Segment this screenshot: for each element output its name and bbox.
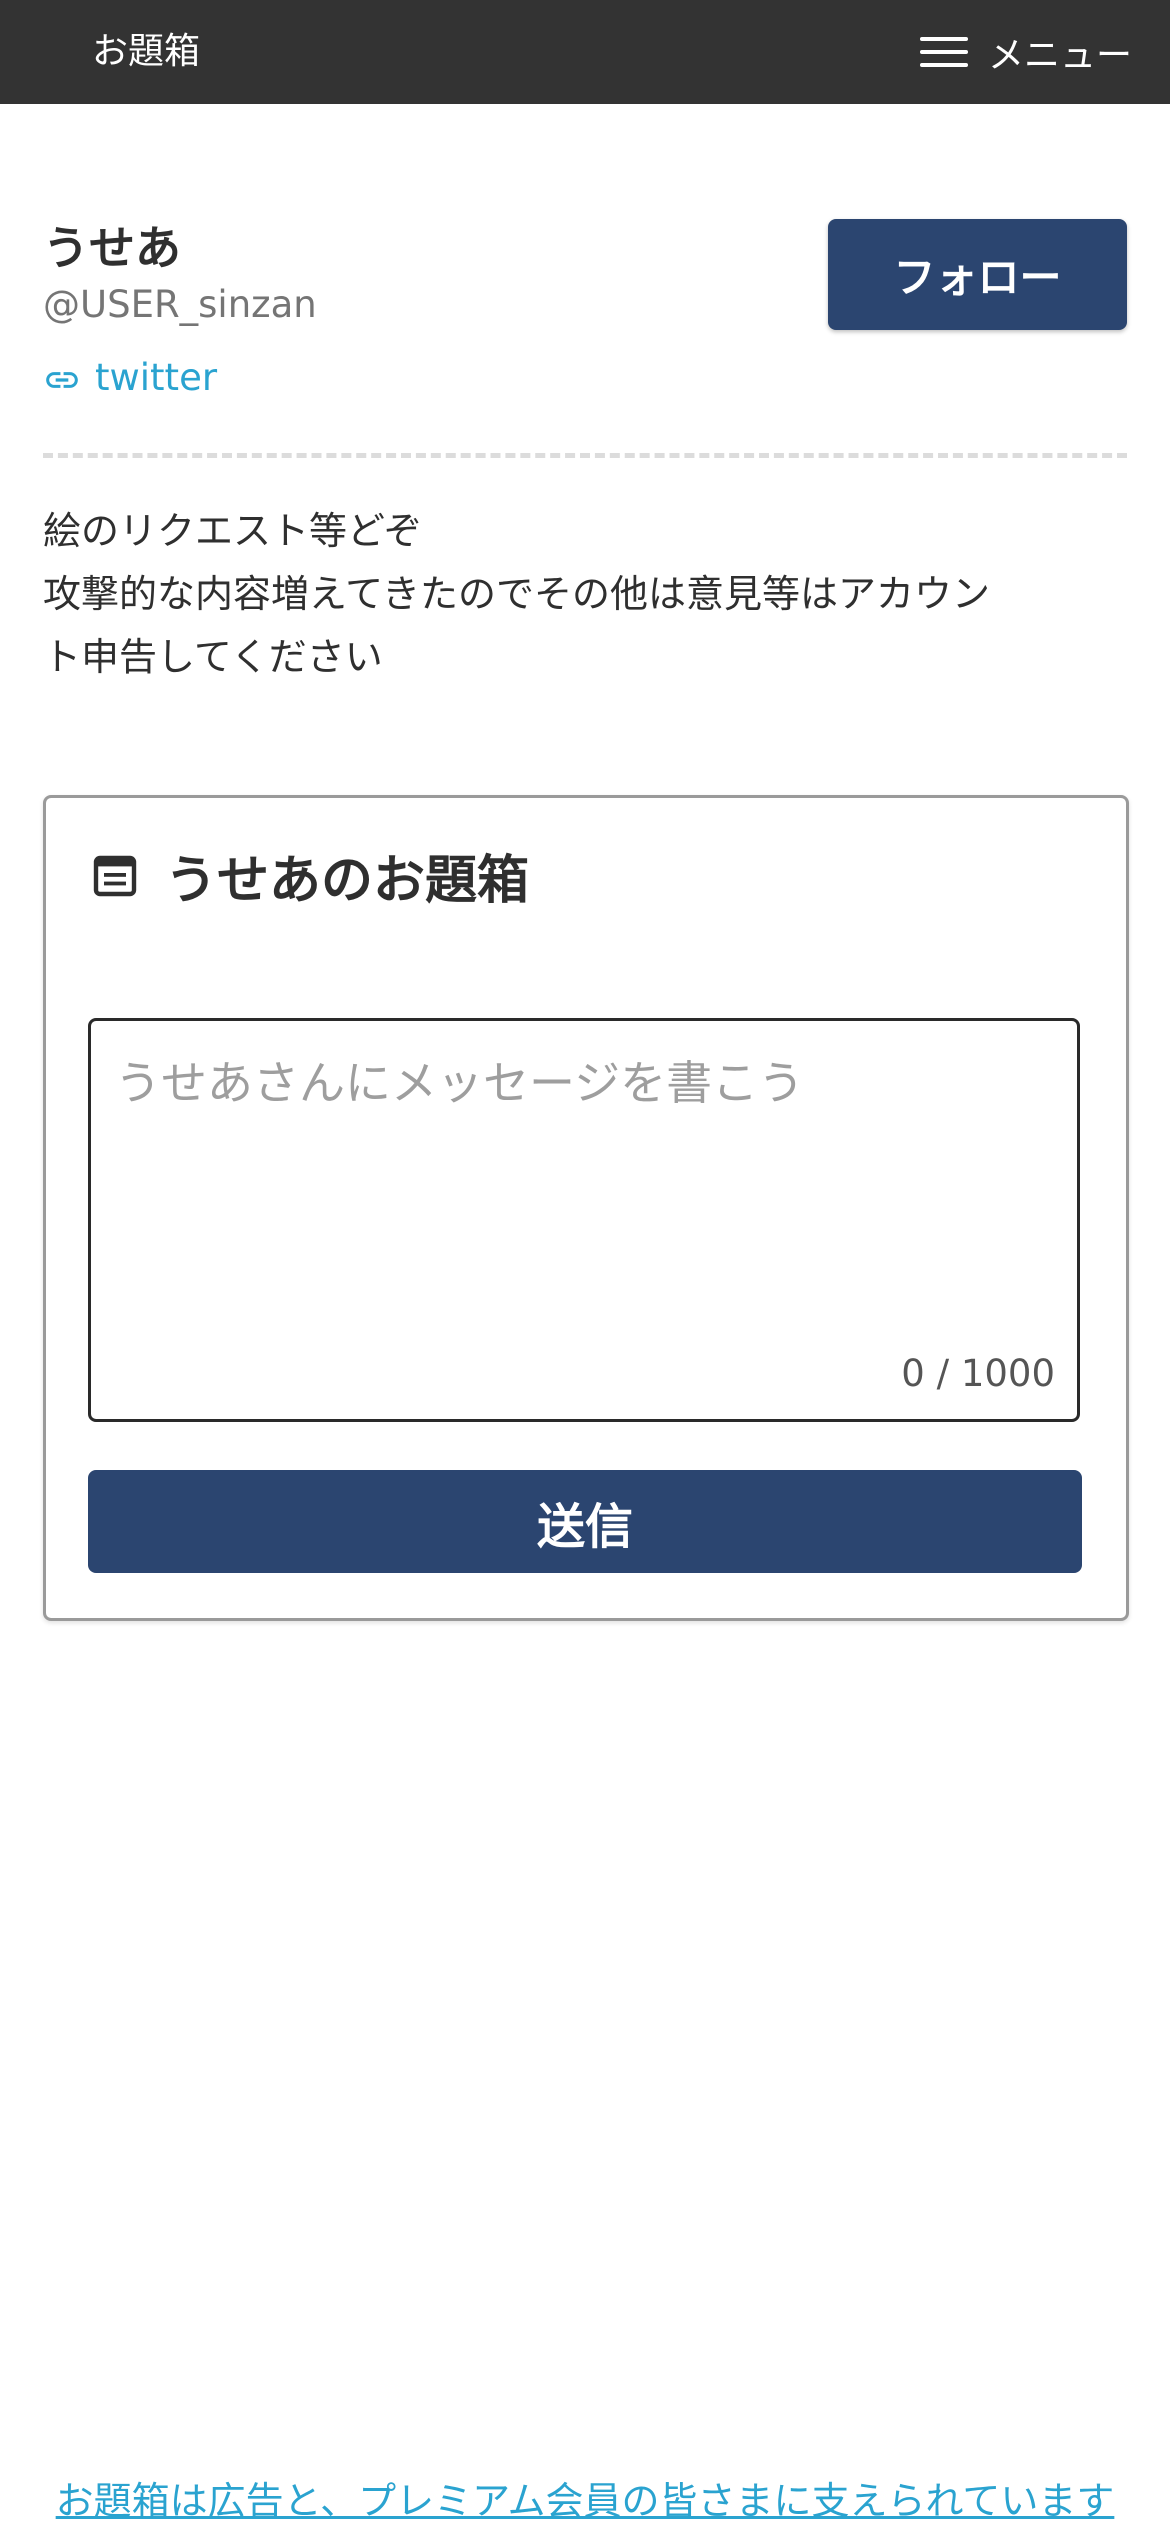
link-icon [46, 372, 78, 388]
top-bar: お題箱 メニュー [0, 0, 1170, 104]
support-link[interactable]: お題箱は広告と、プレミアム会員の皆さまに支えられています [0, 2470, 1170, 2525]
bio-line: ト申告してください [43, 635, 383, 679]
card-header: うせあのお題箱 [91, 838, 529, 913]
inbox-icon [93, 855, 137, 896]
follow-button[interactable]: フォロー [828, 219, 1127, 330]
submit-button[interactable]: 送信 [88, 1470, 1082, 1573]
twitter-link[interactable]: twitter [43, 355, 217, 399]
char-counter: 0 / 1000 [901, 1352, 1055, 1395]
menu-label[interactable]: メニュー [988, 26, 1132, 78]
message-box: 0 / 1000 [88, 1018, 1080, 1422]
profile-name: うせあ [43, 221, 181, 275]
hamburger-icon[interactable] [919, 35, 968, 69]
odai-box-card: うせあのお題箱 0 / 1000 送信 [43, 795, 1129, 1621]
menu-button[interactable]: メニュー [919, 0, 1132, 104]
divider [43, 453, 1127, 458]
profile-bio: 絵のリクエスト等どぞ 攻撃的な内容増えてきたのでその他は意見等はアカウン ト申告… [43, 500, 1133, 689]
profile-handle: @USER_sinzan [43, 283, 317, 326]
bio-line: 絵のリクエスト等どぞ [43, 509, 422, 553]
card-title: うせあのお題箱 [165, 851, 530, 911]
site-title[interactable]: お題箱 [92, 0, 200, 104]
bio-line: 攻撃的な内容増えてきたのでその他は意見等はアカウン [43, 572, 990, 616]
twitter-link-label[interactable]: twitter [95, 356, 217, 399]
